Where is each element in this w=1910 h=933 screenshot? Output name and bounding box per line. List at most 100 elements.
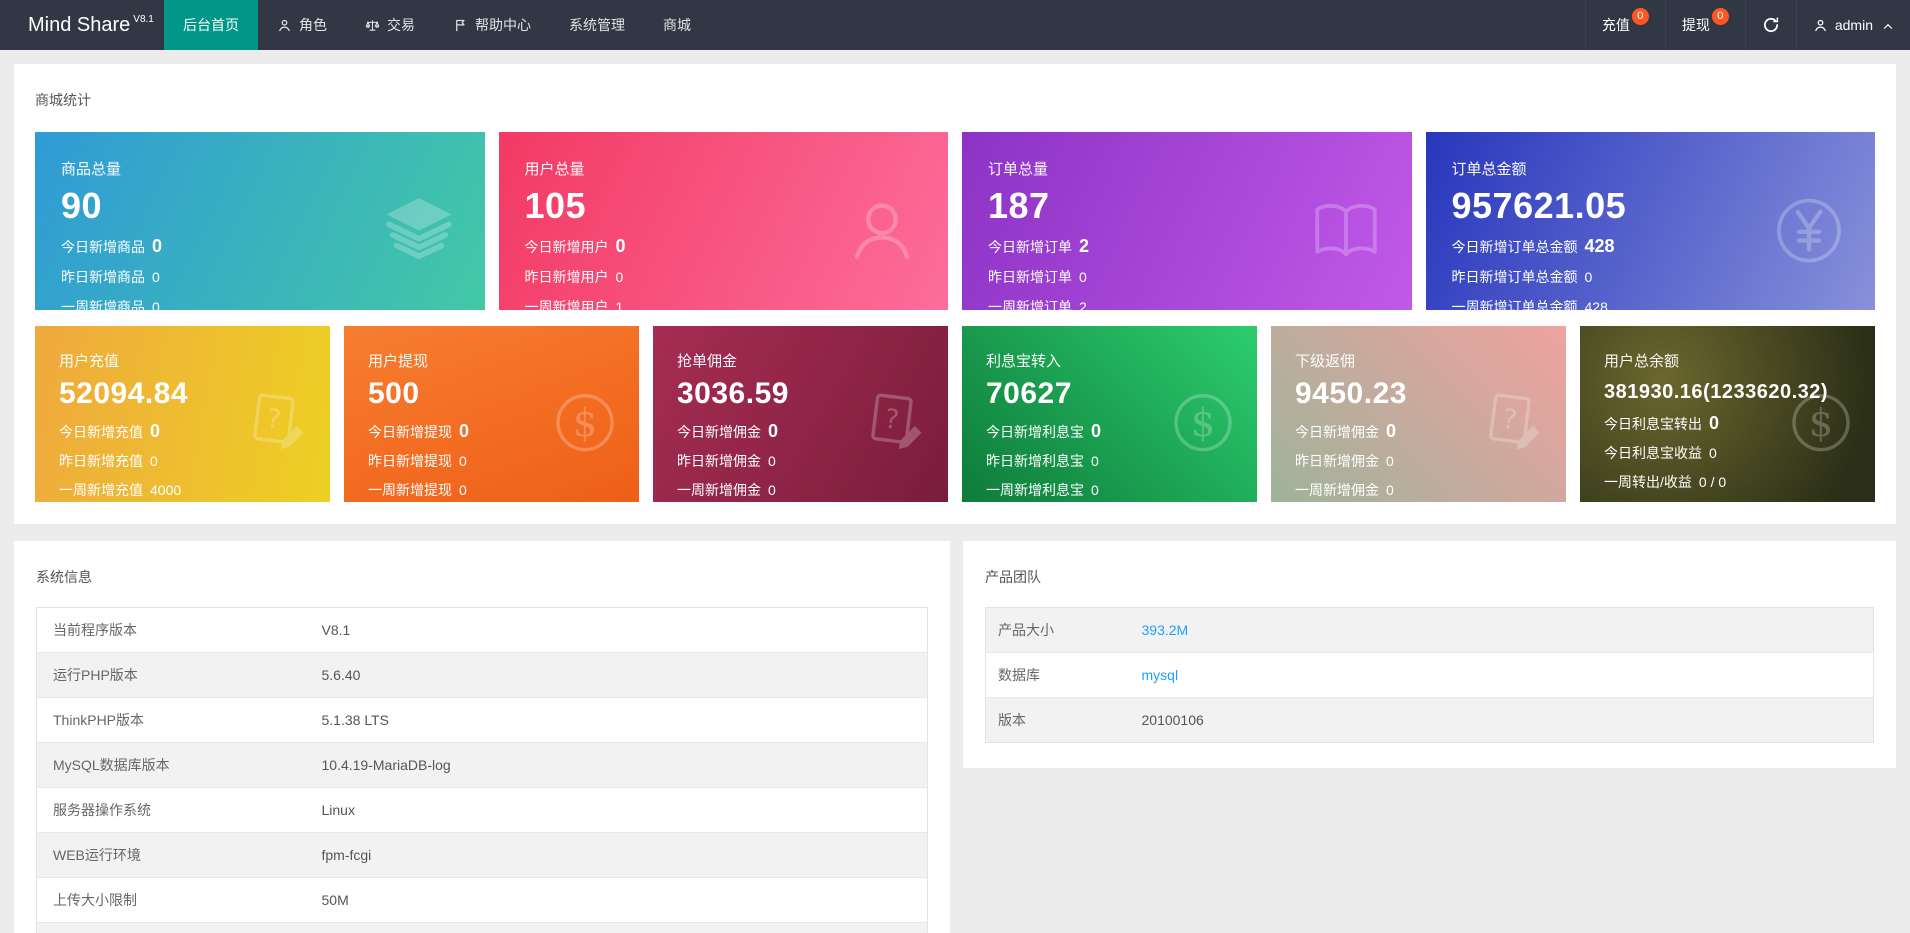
recharge-button[interactable]: 充值 0	[1584, 0, 1665, 50]
stat-line-label: 今日新增用户	[524, 239, 609, 256]
stat-line-label: 昨日新增提现	[368, 452, 452, 469]
row-label: 版本	[985, 697, 1142, 743]
stat-card-title: 订单总金额	[1451, 161, 1527, 178]
stat-card-value: 70627	[986, 377, 1072, 410]
row-label: MySQL数据库版本	[36, 742, 322, 788]
withdraw-badge: 0	[1711, 7, 1729, 25]
stat-card: 利息宝转入 70627 今日新增利息宝 0 昨日新增利息宝 0 一周新增利息宝 0 $	[962, 326, 1257, 502]
stat-line-label: 一周新增利息宝	[986, 481, 1084, 498]
stat-line-value: 428	[1584, 299, 1608, 310]
stat-line-label: 今日新增商品	[61, 239, 145, 256]
system-info-title: 系统信息	[36, 569, 92, 585]
stat-card-line: 昨日新增利息宝 0	[986, 451, 1237, 471]
top-navbar: Mind Share V8.1 后台首页 角色 交易 帮助中心 系统管理 商城 充值 0 …	[0, 0, 1910, 50]
main-content: 商城统计 商品总量 90 今日新增商品 0 昨日新增商品 0 一周新增商品 0 用户总量 105 今…	[0, 50, 1910, 933]
stat-card-line: 昨日新增商品 0	[61, 267, 461, 287]
row-value: 10.4.19-MariaDB-log	[321, 742, 928, 788]
stat-line-value: 0	[459, 420, 470, 441]
withdraw-label: 提现	[1681, 17, 1710, 33]
stat-line-value: 0	[150, 452, 158, 469]
stat-card-line: 昨日新增用户 0	[525, 267, 925, 287]
stat-line-value: 0	[1709, 413, 1720, 433]
scales-icon	[365, 18, 380, 33]
table-row: 产品大小 393.2M	[985, 607, 1874, 653]
stat-line-value: 0	[152, 299, 160, 310]
table-row: WEB运行环境 fpm-fcgi	[36, 832, 928, 878]
stat-line-value: 0	[1079, 269, 1087, 286]
stat-card-line: 今日新增利息宝 0	[986, 421, 1237, 442]
stat-line-value: 4000	[150, 481, 182, 498]
stat-line-label: 昨日新增商品	[61, 269, 145, 286]
menu-item-5[interactable]: 系统管理	[550, 0, 644, 50]
product-team-title: 产品团队	[985, 569, 1041, 585]
menu-item-2[interactable]: 角色	[258, 0, 346, 50]
stat-card-value: 90	[61, 185, 103, 226]
stat-line-value: 2	[1079, 299, 1087, 310]
refresh-button[interactable]	[1744, 0, 1796, 50]
row-label: ThinkPHP版本	[36, 697, 322, 743]
stat-card-line: 一周新增佣金 0	[1295, 480, 1546, 500]
menu-item-3[interactable]: 交易	[346, 0, 434, 50]
table-row: 当前程序版本 V8.1	[37, 608, 928, 653]
withdraw-button[interactable]: 提现 0	[1664, 0, 1745, 50]
menu-item-1[interactable]: 后台首页	[164, 0, 258, 50]
stat-line-label: 今日新增订单总金额	[1451, 239, 1578, 256]
stat-line-value: 0	[1386, 481, 1394, 498]
menu-item-label: 帮助中心	[475, 17, 531, 33]
stat-card-title: 用户提现	[368, 353, 429, 370]
admin-menu[interactable]: admin	[1795, 0, 1910, 50]
stat-card-line: 今日新增佣金 0	[677, 421, 928, 442]
stat-card-line: 一周新增充值 4000	[59, 480, 310, 500]
menu-item-6[interactable]: 商城	[644, 0, 710, 50]
stat-card-line: 昨日新增订单总金额 0	[1452, 267, 1852, 287]
stat-card-value: 500	[368, 377, 420, 410]
main-menu: 后台首页 角色 交易 帮助中心 系统管理 商城	[164, 0, 1585, 50]
table-row: ThinkPHP版本 5.1.38 LTS	[36, 697, 928, 743]
stat-card-line: 一周转出/收益 0 / 0	[1604, 472, 1855, 492]
stat-card-line: 昨日新增佣金 0	[677, 451, 928, 471]
stat-line-value: 428	[1584, 236, 1615, 257]
navbar-right: 充值 0 提现 0 admin	[1584, 0, 1910, 50]
stat-card-value: 187	[988, 185, 1050, 226]
menu-item-label: 系统管理	[569, 17, 625, 33]
system-info-table: 当前程序版本 V8.1 运行PHP版本 5.6.40 ThinkPHP版本 5.1.38 …	[36, 607, 928, 933]
stat-card: 商品总量 90 今日新增商品 0 昨日新增商品 0 一周新增商品 0	[35, 132, 485, 310]
stat-card-line: 一周新增订单总金额 428	[1452, 297, 1852, 310]
stat-line-value: 0	[1584, 269, 1593, 286]
stat-line-label: 一周新增商品	[61, 299, 145, 310]
stat-line-value: 0	[152, 269, 160, 286]
menu-item-4[interactable]: 帮助中心	[434, 0, 550, 50]
stat-line-value: 2	[1079, 236, 1090, 257]
stat-card-line: 一周新增商品 0	[61, 297, 461, 310]
stat-card-value: 381930.16(1233620.32)	[1604, 381, 1829, 403]
stat-line-label: 昨日新增充值	[59, 452, 143, 469]
stat-card-value: 957621.05	[1451, 185, 1627, 226]
stat-card-title: 用户总余额	[1604, 353, 1680, 370]
row-label: 上传大小限制	[36, 877, 322, 923]
stat-line-label: 今日利息宝转出	[1604, 416, 1702, 432]
stat-line-label: 一周新增佣金	[1295, 481, 1379, 498]
stat-card-line: 今日新增提现 0	[368, 421, 619, 442]
stat-card: 订单总量 187 今日新增订单 2 昨日新增订单 0 一周新增订单 2	[962, 132, 1412, 310]
menu-item-label: 角色	[299, 17, 327, 33]
stat-card-title: 利息宝转入	[986, 353, 1062, 370]
stats-panel-title: 商城统计	[35, 92, 91, 108]
product-team-panel: 产品团队 产品大小 393.2M 数据库 mysql 版本 20100106	[963, 541, 1896, 768]
row-value: Linux	[321, 787, 928, 833]
table-row: POST大小限制50M	[36, 922, 928, 933]
row-value-link[interactable]: mysql	[1141, 652, 1874, 698]
stat-card-value: 105	[524, 185, 587, 226]
stat-line-value: 1	[615, 299, 624, 310]
stat-card-value: 3036.59	[677, 377, 789, 410]
brand-logo[interactable]: Mind Share V8.1	[0, 0, 164, 50]
stat-card-line: 今日新增商品 0	[61, 236, 461, 257]
stat-line-value: 0	[1091, 481, 1099, 498]
row-label: 数据库	[985, 652, 1142, 698]
flag-icon	[453, 18, 468, 33]
stat-line-value: 0	[615, 269, 624, 286]
recharge-badge: 0	[1631, 7, 1649, 25]
brand-version: V8.1	[133, 13, 154, 25]
stat-card: 订单总金额 957621.05 今日新增订单总金额 428 昨日新增订单总金额 0 一周新增…	[1425, 132, 1875, 310]
row-value-link[interactable]: 393.2M	[1142, 608, 1874, 653]
stat-card: 用户提现 500 今日新增提现 0 昨日新增提现 0 一周新增提现 0 $	[344, 326, 639, 502]
